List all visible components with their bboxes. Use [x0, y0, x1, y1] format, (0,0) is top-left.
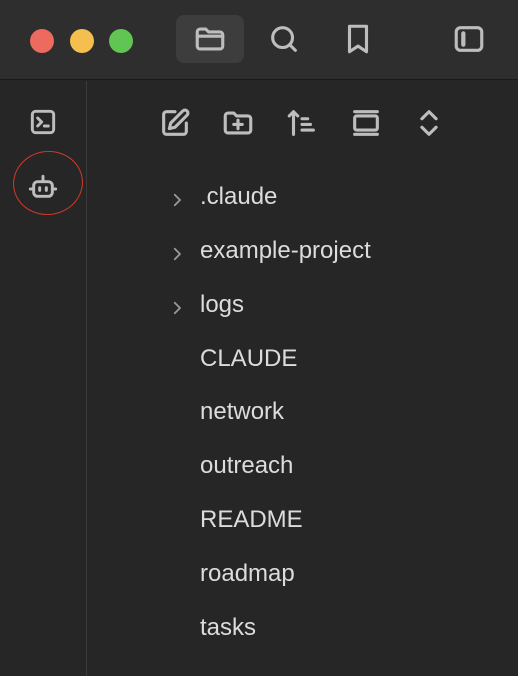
bot-icon: [28, 174, 58, 198]
expand-icon: [420, 110, 438, 136]
title-bar: [0, 0, 518, 80]
chevron-right-icon[interactable]: [168, 296, 186, 315]
file-label: outreach: [200, 452, 294, 479]
new-folder-icon: [223, 111, 253, 135]
search-tab-button[interactable]: [250, 15, 318, 63]
ribbon: [0, 81, 87, 676]
terminal-icon: [30, 109, 56, 135]
collapse-all-button[interactable]: [343, 100, 389, 146]
terminal-button[interactable]: [22, 101, 64, 143]
file-label: network: [200, 398, 285, 425]
zoom-window-button[interactable]: [109, 29, 133, 53]
bot-button[interactable]: [22, 166, 64, 208]
file-explorer: .claude example-project logs CLAUDE netw…: [88, 81, 518, 676]
file-label: tasks: [200, 614, 257, 641]
file-label: CLAUDE: [200, 345, 298, 372]
new-note-button[interactable]: [152, 100, 198, 146]
close-window-button[interactable]: [30, 29, 54, 53]
new-folder-button[interactable]: [215, 100, 261, 146]
folder-label: logs: [200, 291, 245, 318]
folder-label: .claude: [200, 183, 278, 210]
folder-icon: [195, 27, 225, 51]
bookmark-icon: [347, 24, 369, 54]
chevron-right-icon[interactable]: [168, 242, 186, 261]
sort-button[interactable]: [279, 100, 325, 146]
collapse-all-icon: [353, 110, 379, 136]
bookmarks-tab-button[interactable]: [324, 15, 392, 63]
minimize-window-button[interactable]: [70, 29, 94, 53]
expand-button[interactable]: [406, 100, 452, 146]
toggle-sidebar-button[interactable]: [435, 15, 503, 63]
explorer-toolbar: [88, 100, 518, 146]
sidebar-toggle-icon: [454, 26, 484, 52]
file-label: README: [200, 506, 303, 533]
sort-icon: [287, 110, 315, 136]
files-tab-button[interactable]: [176, 15, 244, 63]
chevron-right-icon[interactable]: [168, 188, 186, 207]
new-note-icon: [162, 108, 190, 136]
search-icon: [271, 26, 297, 52]
folder-label: example-project: [200, 237, 371, 264]
file-label: roadmap: [200, 560, 295, 587]
